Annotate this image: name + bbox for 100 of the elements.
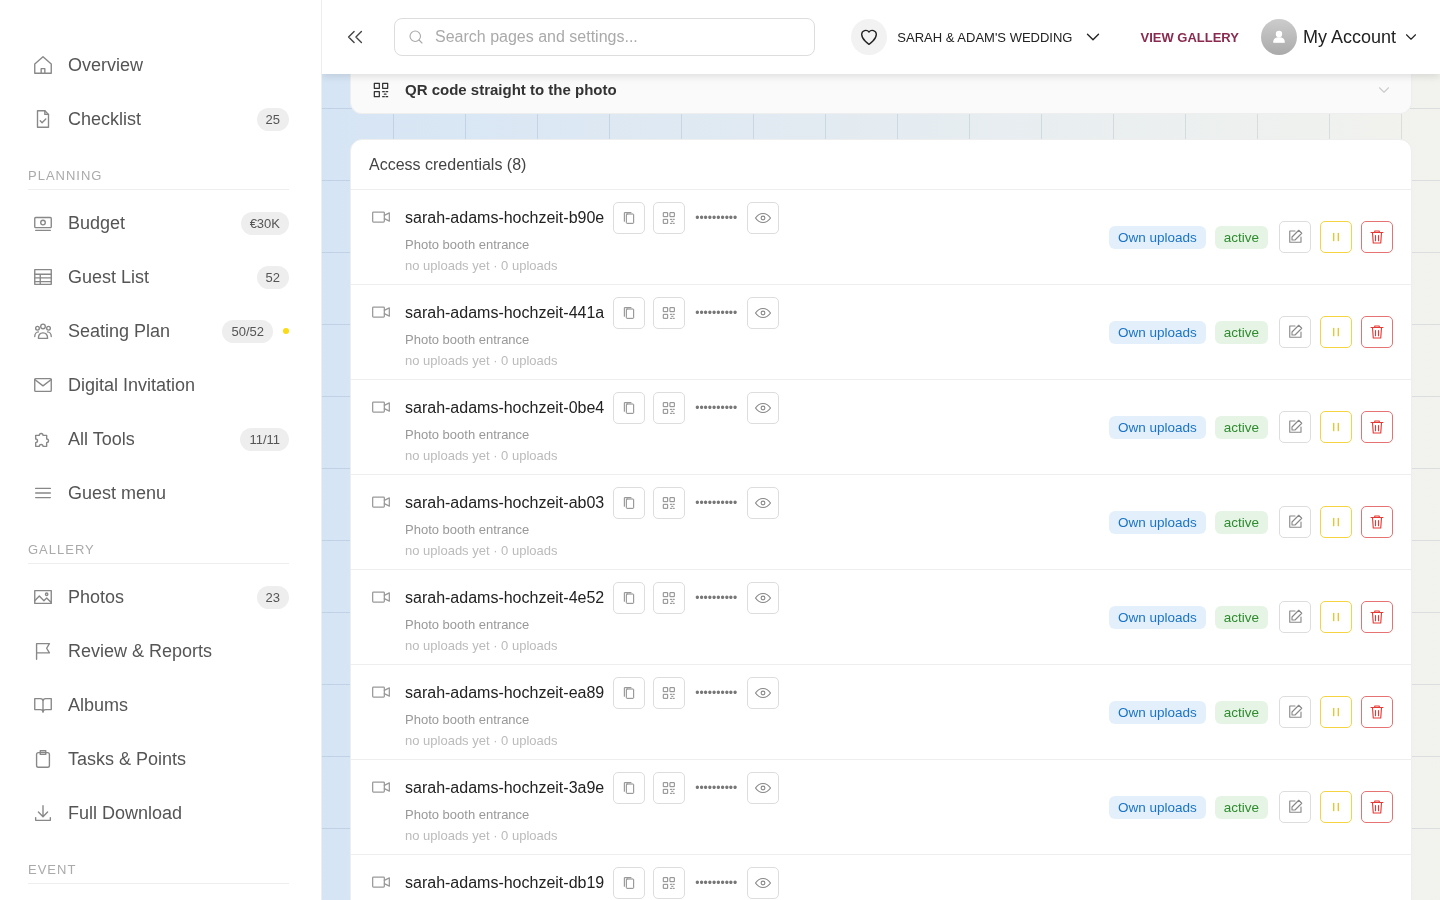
show-password-button[interactable]	[747, 867, 780, 899]
pause-button[interactable]	[1320, 696, 1352, 728]
qr-code-button[interactable]	[653, 867, 686, 899]
pause-button[interactable]	[1320, 411, 1352, 443]
sidebar-item[interactable]: Budget €30K	[28, 196, 289, 250]
source-tag: Own uploads	[1108, 795, 1206, 819]
copy-button[interactable]	[613, 582, 646, 614]
edit-button[interactable]	[1279, 221, 1311, 253]
credential-name: sarah-adams-hochzeit-ea89	[405, 684, 605, 702]
sidebar-item[interactable]: All Tools 11/11	[28, 412, 289, 466]
edit-button[interactable]	[1279, 316, 1311, 348]
pause-button[interactable]	[1320, 791, 1352, 823]
qr-code-button[interactable]	[653, 392, 686, 424]
event-name[interactable]: SARAH & ADAM'S WEDDING	[897, 29, 1073, 45]
section-heading: GALLERY	[28, 532, 289, 564]
search-icon	[407, 28, 425, 46]
copy-button[interactable]	[613, 297, 646, 329]
pencil-icon	[1286, 418, 1304, 436]
copy-button[interactable]	[613, 202, 646, 234]
upload-stats: no uploads yet · 0 uploads	[405, 448, 559, 463]
account-menu[interactable]: My Account	[1260, 19, 1420, 55]
copy-button[interactable]	[613, 867, 646, 899]
status-tag: active	[1214, 510, 1268, 534]
source-tag: Own uploads	[1108, 510, 1206, 534]
delete-button[interactable]	[1361, 601, 1393, 633]
qr-code-button[interactable]	[653, 202, 686, 234]
sidebar-item[interactable]: Albums	[28, 678, 289, 732]
show-password-button[interactable]	[747, 202, 780, 234]
qr-code-button[interactable]	[653, 677, 686, 709]
masked-password: ••••••••••	[695, 781, 738, 795]
credential-description: Photo booth entrance	[405, 807, 531, 822]
card-title: Access credentials (8)	[369, 155, 527, 174]
delete-button[interactable]	[1361, 316, 1393, 348]
trash-icon	[1368, 513, 1386, 531]
pause-button[interactable]	[1320, 601, 1352, 633]
source-tag: Own uploads	[1108, 320, 1206, 344]
trash-icon	[1368, 703, 1386, 721]
show-password-button[interactable]	[747, 772, 780, 804]
sidebar-item[interactable]: Review & Reports	[28, 624, 289, 678]
pause-button[interactable]	[1320, 221, 1352, 253]
qr-code-button[interactable]	[653, 297, 686, 329]
edit-button[interactable]	[1279, 601, 1311, 633]
upload-stats: no uploads yet · 0 uploads	[405, 258, 559, 273]
show-password-button[interactable]	[747, 677, 780, 709]
upload-stats: no uploads yet · 0 uploads	[405, 638, 559, 653]
pencil-icon	[1286, 513, 1304, 531]
status-tag: active	[1214, 605, 1268, 629]
edit-button[interactable]	[1279, 506, 1311, 538]
sidebar-label: Albums	[68, 694, 130, 716]
sidebar-item[interactable]: Photos 23	[28, 570, 289, 624]
edit-button[interactable]	[1279, 696, 1311, 728]
delete-button[interactable]	[1361, 221, 1393, 253]
show-password-button[interactable]	[747, 297, 780, 329]
copy-button[interactable]	[613, 392, 646, 424]
show-password-button[interactable]	[747, 582, 780, 614]
masked-password: ••••••••••	[695, 306, 738, 320]
edit-button[interactable]	[1279, 791, 1311, 823]
qr-code-icon	[661, 590, 678, 606]
sidebar-item[interactable]: Tasks & Points	[28, 732, 289, 786]
source-tag: Own uploads	[1108, 605, 1206, 629]
search-field[interactable]: Search pages and settings...	[394, 18, 816, 56]
qr-code-icon	[661, 495, 678, 511]
sidebar-item[interactable]: Overview	[28, 38, 289, 92]
copy-button[interactable]	[613, 487, 646, 519]
credential-name: sarah-adams-hochzeit-441a	[405, 304, 605, 322]
sidebar-item[interactable]: Guest List 52	[28, 250, 289, 304]
sidebar-label: Guest List	[68, 266, 151, 288]
sidebar-item[interactable]: Full Download	[28, 786, 289, 840]
sidebar-item[interactable]: Guest menu	[28, 466, 289, 520]
show-password-button[interactable]	[747, 392, 780, 424]
count-badge: €30K	[240, 211, 289, 235]
credential-description: Photo booth entrance	[405, 427, 531, 442]
sidebar-item[interactable]: Checklist 25	[28, 92, 289, 146]
qr-code-icon	[661, 400, 678, 416]
masked-password: ••••••••••	[695, 686, 738, 700]
edit-button[interactable]	[1279, 411, 1311, 443]
delete-button[interactable]	[1361, 506, 1393, 538]
delete-button[interactable]	[1361, 791, 1393, 823]
sidebar-label: Review & Reports	[68, 640, 214, 662]
delete-button[interactable]	[1361, 411, 1393, 443]
delete-button[interactable]	[1361, 696, 1393, 728]
count-badge: 50/52	[222, 319, 273, 343]
sidebar-item[interactable]: Digital Invitation	[28, 358, 289, 412]
sidebar-label: Checklist	[68, 108, 143, 130]
copy-button[interactable]	[613, 772, 646, 804]
show-password-button[interactable]	[747, 487, 780, 519]
copy-button[interactable]	[613, 677, 646, 709]
pause-button[interactable]	[1320, 506, 1352, 538]
qr-code-button[interactable]	[653, 582, 686, 614]
pause-button[interactable]	[1320, 316, 1352, 348]
credential-description: Photo booth entrance	[405, 712, 531, 727]
view-gallery-link[interactable]: VIEW GALLERY	[1140, 29, 1239, 45]
source-tag: Own uploads	[1108, 415, 1206, 439]
qr-code-button[interactable]	[653, 487, 686, 519]
qr-code-button[interactable]	[653, 772, 686, 804]
trash-icon	[1368, 608, 1386, 626]
avatar-icon	[1260, 19, 1297, 55]
sidebar-item[interactable]: Seating Plan 50/52	[28, 304, 289, 358]
count-badge: 23	[256, 585, 289, 609]
download-icon	[32, 802, 54, 824]
